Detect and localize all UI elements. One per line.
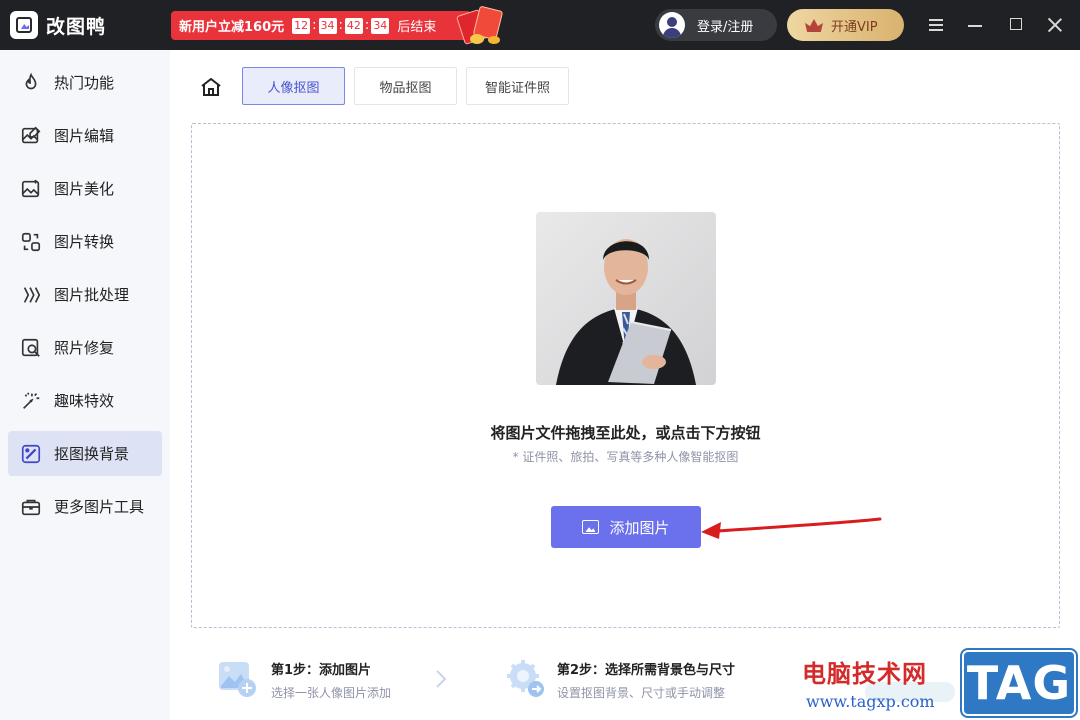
cutout-icon — [20, 443, 42, 465]
sidebar-item-convert[interactable]: 图片转换 — [8, 219, 162, 264]
minimize-icon[interactable] — [962, 12, 988, 38]
main-panel: 人像抠图 物品抠图 智能证件照 将图片文件拖拽至此处，或点击下方按钮 * 证件照… — [170, 50, 1080, 720]
countdown-digit: 34 — [371, 17, 390, 34]
sidebar-item-label: 照片修复 — [54, 339, 115, 357]
add-image-button[interactable]: 添加图片 — [551, 506, 701, 548]
sidebar-item-hot[interactable]: 热门功能 — [8, 60, 162, 105]
watermark-url: www.tagxp.com — [806, 692, 935, 711]
promo-text: 新用户立减160元 — [179, 20, 285, 35]
sidebar-item-label: 更多图片工具 — [54, 498, 145, 516]
sidebar-item-label: 图片转换 — [54, 233, 115, 251]
tab-portrait-cutout[interactable]: 人像抠图 — [242, 67, 345, 105]
dropzone-subtitle: * 证件照、旅拍、写真等多种人像智能抠图 — [512, 450, 739, 464]
flame-icon — [20, 72, 42, 94]
vip-label: 开通VIP — [831, 19, 878, 35]
title-bar: 改图鸭 新用户立减160元 12: 34: 42: 34 后结束 登录/注册 开… — [0, 0, 1080, 50]
watermark-tag-logo: TAG — [962, 650, 1076, 716]
image-icon — [582, 520, 600, 534]
close-icon[interactable] — [1042, 12, 1068, 38]
photo-repair-icon — [20, 337, 42, 359]
tab-object-cutout[interactable]: 物品抠图 — [354, 67, 457, 105]
step-1-desc: 选择一张人像图片添加 — [271, 686, 392, 700]
promo-banner[interactable]: 新用户立减160元 12: 34: 42: 34 后结束 — [171, 11, 471, 40]
sidebar-item-batch[interactable]: 图片批处理 — [8, 272, 162, 317]
sidebar-item-image-edit[interactable]: 图片编辑 — [8, 113, 162, 158]
add-image-step-icon — [217, 658, 257, 698]
sidebar-item-beautify[interactable]: 图片美化 — [8, 166, 162, 211]
promo-suffix: 后结束 — [397, 20, 437, 35]
avatar-icon — [659, 12, 685, 38]
chevron-right-icon — [436, 670, 447, 688]
vip-button[interactable]: 开通VIP — [787, 9, 904, 41]
menu-icon[interactable] — [923, 12, 949, 38]
app-logo-icon — [10, 11, 38, 39]
magic-wand-icon — [20, 390, 42, 412]
image-beautify-icon — [20, 178, 42, 200]
crown-icon — [805, 17, 823, 33]
red-arrow-annotation — [701, 517, 882, 539]
step-2-title: 第2步：选择所需背景色与尺寸 — [557, 663, 736, 678]
watermark-site-name: 电脑技术网 — [802, 659, 927, 688]
app-title: 改图鸭 — [46, 16, 107, 38]
image-edit-icon — [20, 125, 42, 147]
tab-id-photo[interactable]: 智能证件照 — [466, 67, 569, 105]
sidebar-item-more-tools[interactable]: 更多图片工具 — [8, 484, 162, 529]
sidebar-item-label: 热门功能 — [54, 74, 115, 92]
login-button[interactable]: 登录/注册 — [655, 9, 777, 41]
sidebar: 热门功能 图片编辑 图片美化 图片转换 图片批处理 照片修复 趣味特效 抠图换背… — [0, 50, 170, 720]
step-2-desc: 设置抠图背景、尺寸或手动调整 — [557, 686, 726, 700]
upload-dropzone[interactable]: 将图片文件拖拽至此处，或点击下方按钮 * 证件照、旅拍、写真等多种人像智能抠图 … — [191, 123, 1060, 628]
batch-icon — [20, 284, 42, 306]
countdown-digit: 42 — [344, 17, 363, 34]
step-1-title: 第1步：添加图片 — [271, 663, 372, 678]
sidebar-item-label: 抠图换背景 — [54, 445, 130, 463]
settings-step-icon — [505, 658, 545, 698]
sidebar-item-label: 图片编辑 — [54, 127, 115, 145]
red-envelope-icon[interactable] — [454, 5, 506, 46]
maximize-icon[interactable] — [1003, 12, 1029, 38]
sample-portrait-image — [536, 212, 716, 385]
login-label: 登录/注册 — [697, 19, 754, 35]
countdown-digit: 12 — [292, 17, 311, 34]
sidebar-item-label: 趣味特效 — [54, 392, 115, 410]
add-image-label: 添加图片 — [609, 518, 670, 537]
dropzone-title: 将图片文件拖拽至此处，或点击下方按钮 — [490, 424, 761, 442]
sidebar-item-repair[interactable]: 照片修复 — [8, 325, 162, 370]
sidebar-item-label: 图片美化 — [54, 180, 115, 198]
sidebar-item-cutout[interactable]: 抠图换背景 — [8, 431, 162, 476]
sidebar-item-label: 图片批处理 — [54, 286, 130, 304]
toolbox-icon — [20, 496, 42, 518]
home-icon[interactable] — [199, 75, 223, 99]
countdown-digit: 34 — [318, 17, 337, 34]
sidebar-item-effects[interactable]: 趣味特效 — [8, 378, 162, 423]
image-convert-icon — [20, 231, 42, 253]
